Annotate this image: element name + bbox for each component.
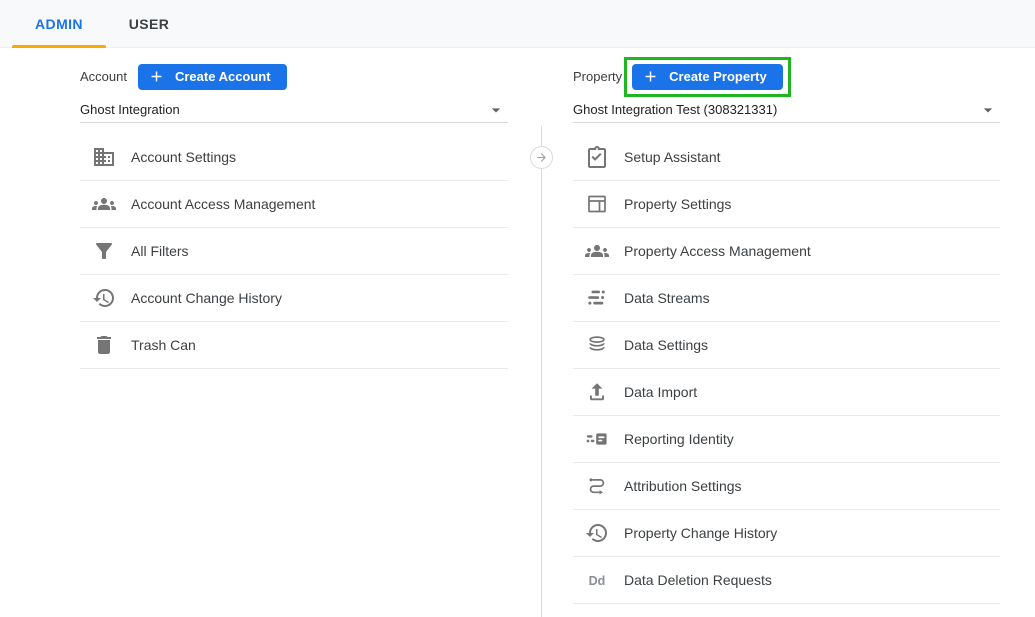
property-selector-value: Ghost Integration Test (308321331) [573, 102, 777, 117]
plus-icon [148, 68, 165, 85]
menu-item-label: Account Access Management [131, 196, 315, 212]
menu-item-label: Property Settings [624, 196, 731, 212]
menu-item[interactable]: Setup Assistant [573, 134, 1000, 181]
menu-item[interactable]: Account Change History [80, 275, 508, 322]
create-account-button-label: Create Account [175, 69, 271, 84]
create-account-button[interactable]: Create Account [138, 64, 287, 90]
menu-item[interactable]: Property Settings [573, 181, 1000, 228]
dd-text-icon: Dd [585, 568, 609, 592]
property-menu: Setup Assistant Property Settings Proper… [573, 134, 1000, 604]
menu-item-label: Property Access Management [624, 243, 811, 259]
menu-item[interactable]: Property Access Management [573, 228, 1000, 275]
property-panel-header: Property Create Property [573, 60, 791, 93]
people-group-icon [92, 192, 116, 216]
column-divider [541, 126, 542, 617]
data-streams-icon [585, 286, 609, 310]
chevron-down-icon [978, 100, 998, 120]
plus-icon [642, 68, 659, 85]
menu-item[interactable]: Dd Data Deletion Requests [573, 557, 1000, 604]
account-selector-dropdown[interactable]: Ghost Integration [80, 97, 508, 123]
menu-item-label: Attribution Settings [624, 478, 742, 494]
admin-user-tabbar: ADMIN USER [0, 0, 1035, 48]
menu-item-label: All Filters [131, 243, 189, 259]
account-label: Account [80, 69, 127, 84]
menu-item-label: Data Streams [624, 290, 710, 306]
clipboard-check-icon [585, 145, 609, 169]
database-icon [585, 333, 609, 357]
tab-admin[interactable]: ADMIN [12, 0, 106, 48]
menu-item-label: Data Deletion Requests [624, 572, 772, 588]
people-group-icon [585, 239, 609, 263]
property-label: Property [573, 69, 622, 84]
account-menu: Account Settings Account Access Manageme… [80, 134, 508, 369]
window-layout-icon [585, 192, 609, 216]
filter-icon [92, 239, 116, 263]
menu-item[interactable]: Data Import [573, 369, 1000, 416]
menu-item[interactable]: Account Access Management [80, 181, 508, 228]
property-selector-dropdown[interactable]: Ghost Integration Test (308321331) [573, 97, 1000, 123]
menu-item-label: Data Settings [624, 337, 708, 353]
highlight-box: Create Property [624, 57, 791, 97]
menu-item-label: Data Import [624, 384, 697, 400]
account-panel-header: Account Create Account [80, 60, 287, 93]
upload-icon [585, 380, 609, 404]
identity-card-icon [585, 427, 609, 451]
menu-item[interactable]: Property Change History [573, 510, 1000, 557]
menu-item-label: Account Change History [131, 290, 282, 306]
menu-item[interactable]: Data Streams [573, 275, 1000, 322]
account-selector-value: Ghost Integration [80, 102, 180, 117]
create-property-button[interactable]: Create Property [632, 64, 783, 90]
menu-item-label: Account Settings [131, 149, 236, 165]
attribution-path-icon [585, 474, 609, 498]
history-icon [585, 521, 609, 545]
menu-item-label: Property Change History [624, 525, 777, 541]
menu-item-label: Trash Can [131, 337, 196, 353]
menu-item[interactable]: Trash Can [80, 322, 508, 369]
menu-item[interactable]: Attribution Settings [573, 463, 1000, 510]
tab-user[interactable]: USER [116, 0, 182, 48]
history-icon [92, 286, 116, 310]
menu-item[interactable]: Data Settings [573, 322, 1000, 369]
chevron-down-icon [486, 100, 506, 120]
menu-item[interactable]: Reporting Identity [573, 416, 1000, 463]
svg-text:Dd: Dd [589, 574, 606, 588]
menu-item-label: Setup Assistant [624, 149, 721, 165]
menu-item[interactable]: Account Settings [80, 134, 508, 181]
collapse-account-column-button[interactable] [530, 146, 553, 169]
menu-item-label: Reporting Identity [624, 431, 734, 447]
arrow-right-icon [535, 151, 548, 164]
trash-icon [92, 333, 116, 357]
create-property-button-label: Create Property [669, 69, 767, 84]
menu-item[interactable]: All Filters [80, 228, 508, 275]
building-icon [92, 145, 116, 169]
